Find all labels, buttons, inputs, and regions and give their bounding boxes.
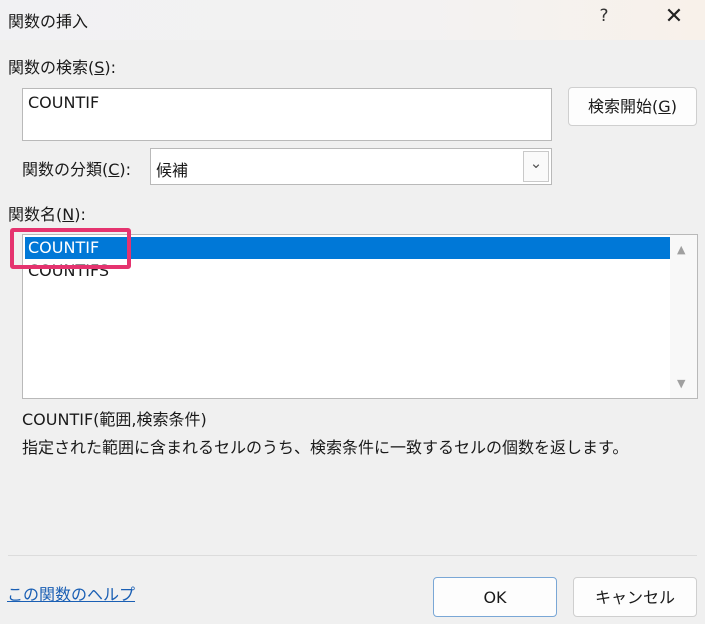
function-syntax: COUNTIF(範囲,検索条件) <box>22 410 207 429</box>
title-bar: 関数の挿入 ? ✕ <box>0 0 705 40</box>
annotation-highlight-box <box>10 228 131 269</box>
search-go-button[interactable]: 検索開始(G) <box>568 87 697 126</box>
function-description: 指定された範囲に含まれるセルのうち、検索条件に一致するセルの個数を返します。 <box>22 438 629 457</box>
function-help-link[interactable]: この関数のヘルプ <box>7 581 135 605</box>
cancel-button[interactable]: キャンセル <box>573 577 697 617</box>
functions-label: 関数名(N): <box>8 205 86 224</box>
dialog-title: 関数の挿入 <box>8 12 89 31</box>
help-button[interactable]: ? <box>592 6 616 32</box>
category-label: 関数の分類(C): <box>22 160 132 179</box>
search-input[interactable]: COUNTIF <box>22 88 552 141</box>
chevron-down-icon[interactable]: ⌄ <box>523 151 549 182</box>
category-value: 候補 <box>156 161 189 180</box>
search-label: 関数の検索(S): <box>8 58 117 77</box>
separator <box>8 555 697 556</box>
ok-button[interactable]: OK <box>433 577 557 617</box>
scroll-down-icon[interactable]: ▼ <box>677 377 685 390</box>
scroll-up-icon[interactable]: ▲ <box>677 243 685 256</box>
scrollbar[interactable]: ▲ ▼ <box>670 235 697 398</box>
category-select[interactable]: 候補 ⌄ <box>150 148 552 185</box>
close-button[interactable]: ✕ <box>660 4 688 32</box>
